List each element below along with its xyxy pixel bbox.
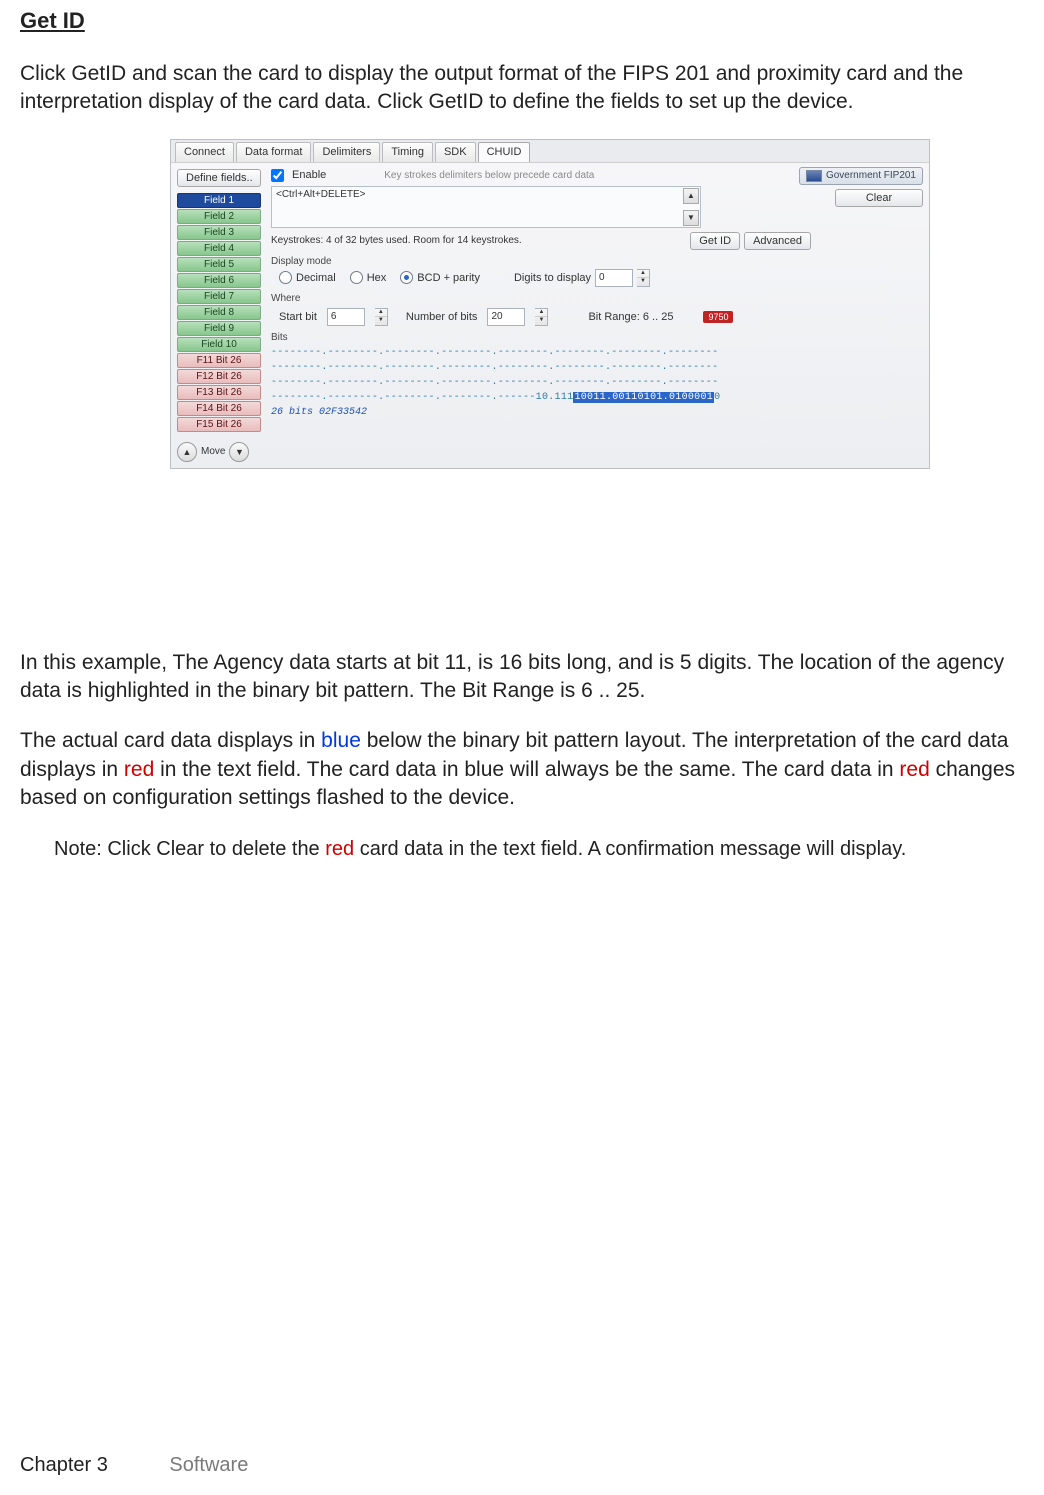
tab-chuid[interactable]: CHUID — [478, 142, 531, 162]
field-item[interactable]: Field 2 — [177, 209, 261, 224]
field-item[interactable]: F15 Bit 26 — [177, 417, 261, 432]
digits-spinner[interactable]: ▲▼ — [637, 269, 650, 287]
footer-section: Software — [169, 1454, 248, 1476]
colors-paragraph: The actual card data displays in blue be… — [20, 727, 1024, 812]
sidebar: Define fields.. Field 1 Field 2 Field 3 … — [171, 163, 267, 469]
app-window: Connect Data format Delimiters Timing SD… — [170, 139, 930, 469]
red-flag: 9750 — [703, 311, 733, 323]
red-word: red — [325, 838, 354, 860]
bits-label: Bits — [271, 332, 921, 343]
field-item[interactable]: F11 Bit 26 — [177, 353, 261, 368]
page-footer: Chapter 3 Software — [20, 1454, 248, 1477]
section-heading: Get ID — [20, 8, 1024, 34]
radio-hex-label: Hex — [367, 272, 387, 284]
scroll-up-icon[interactable]: ▲ — [683, 188, 699, 204]
get-id-button[interactable]: Get ID — [690, 232, 740, 250]
tab-sdk[interactable]: SDK — [435, 142, 476, 162]
tab-connect[interactable]: Connect — [175, 142, 234, 162]
field-item[interactable]: Field 9 — [177, 321, 261, 336]
num-bits-input[interactable]: 20 — [487, 308, 525, 326]
field-list: Field 1 Field 2 Field 3 Field 4 Field 5 … — [177, 193, 261, 432]
define-fields-button[interactable]: Define fields.. — [177, 169, 261, 187]
tab-strip: Connect Data format Delimiters Timing SD… — [171, 140, 929, 163]
move-label: Move — [201, 446, 225, 457]
keystroke-text: <Ctrl+Alt+DELETE> — [276, 189, 365, 200]
footer-chapter: Chapter 3 — [20, 1454, 108, 1476]
move-down-button[interactable]: ▼ — [229, 442, 249, 462]
field-item[interactable]: Field 6 — [177, 273, 261, 288]
blue-word: blue — [321, 729, 361, 752]
flag-icon — [806, 170, 822, 182]
bits-caption: 26 bits 02F33542 — [271, 407, 921, 418]
num-bits-spinner[interactable]: ▲▼ — [535, 308, 548, 326]
field-item[interactable]: Field 10 — [177, 337, 261, 352]
scroll-down-icon[interactable]: ▼ — [683, 210, 699, 226]
bit-range-label: Bit Range: 6 .. 25 — [588, 311, 673, 323]
bits-row: --------.--------.--------.--------.----… — [271, 375, 921, 390]
bits-highlight: 10011.00110101.0100001 — [573, 392, 714, 403]
field-item[interactable]: F12 Bit 26 — [177, 369, 261, 384]
start-bit-label: Start bit — [279, 311, 317, 323]
display-mode-label: Display mode — [271, 256, 921, 267]
advanced-button[interactable]: Advanced — [744, 232, 811, 250]
note-paragraph: Note: Click Clear to delete the red card… — [54, 838, 1024, 861]
radio-hex[interactable] — [350, 271, 363, 284]
field-item[interactable]: Field 5 — [177, 257, 261, 272]
field-item[interactable]: F13 Bit 26 — [177, 385, 261, 400]
red-word: red — [124, 758, 154, 781]
enable-label: Enable — [292, 169, 326, 181]
radio-decimal[interactable] — [279, 271, 292, 284]
radio-bcd[interactable] — [400, 271, 413, 284]
num-bits-label: Number of bits — [406, 311, 478, 323]
start-bit-input[interactable]: 6 — [327, 308, 365, 326]
where-label: Where — [271, 293, 921, 304]
keystroke-textarea[interactable]: <Ctrl+Alt+DELETE> ▲ ▼ — [271, 186, 701, 228]
digits-label: Digits to display — [514, 272, 591, 284]
move-up-button[interactable]: ▲ — [177, 442, 197, 462]
field-item[interactable]: Field 8 — [177, 305, 261, 320]
radio-bcd-label: BCD + parity — [417, 272, 480, 284]
tab-delimiters[interactable]: Delimiters — [313, 142, 380, 162]
gov-chip-label: Government FIP201 — [826, 170, 916, 181]
clear-button[interactable]: Clear — [835, 189, 923, 207]
screenshot-figure: Connect Data format Delimiters Timing SD… — [170, 139, 1024, 469]
keystroke-info: Keystrokes: 4 of 32 bytes used. Room for… — [271, 235, 522, 246]
delimiter-note: Key strokes delimiters below precede car… — [384, 170, 594, 181]
intro-paragraph: Click GetID and scan the card to display… — [20, 60, 1024, 117]
field-item[interactable]: Field 7 — [177, 289, 261, 304]
bits-row: --------.--------.--------.--------.----… — [271, 345, 921, 360]
field-item[interactable]: F14 Bit 26 — [177, 401, 261, 416]
red-word: red — [899, 758, 929, 781]
field-item[interactable]: Field 4 — [177, 241, 261, 256]
bits-row: --------.--------.--------.--------.----… — [271, 360, 921, 375]
bits-area: --------.--------.--------.--------.----… — [271, 345, 921, 405]
enable-checkbox[interactable] — [271, 169, 284, 182]
main-panel: Government FIP201 Clear Enable Key strok… — [267, 163, 929, 469]
start-bit-spinner[interactable]: ▲▼ — [375, 308, 388, 326]
field-item[interactable]: Field 3 — [177, 225, 261, 240]
digits-input[interactable]: 0 — [595, 269, 633, 287]
example-paragraph: In this example, The Agency data starts … — [20, 649, 1024, 706]
field-item[interactable]: Field 1 — [177, 193, 261, 208]
radio-decimal-label: Decimal — [296, 272, 336, 284]
bits-row-highlighted: --------.--------.--------.--------.----… — [271, 390, 921, 405]
government-fip201-chip[interactable]: Government FIP201 — [799, 167, 923, 185]
tab-timing[interactable]: Timing — [382, 142, 433, 162]
tab-data-format[interactable]: Data format — [236, 142, 311, 162]
